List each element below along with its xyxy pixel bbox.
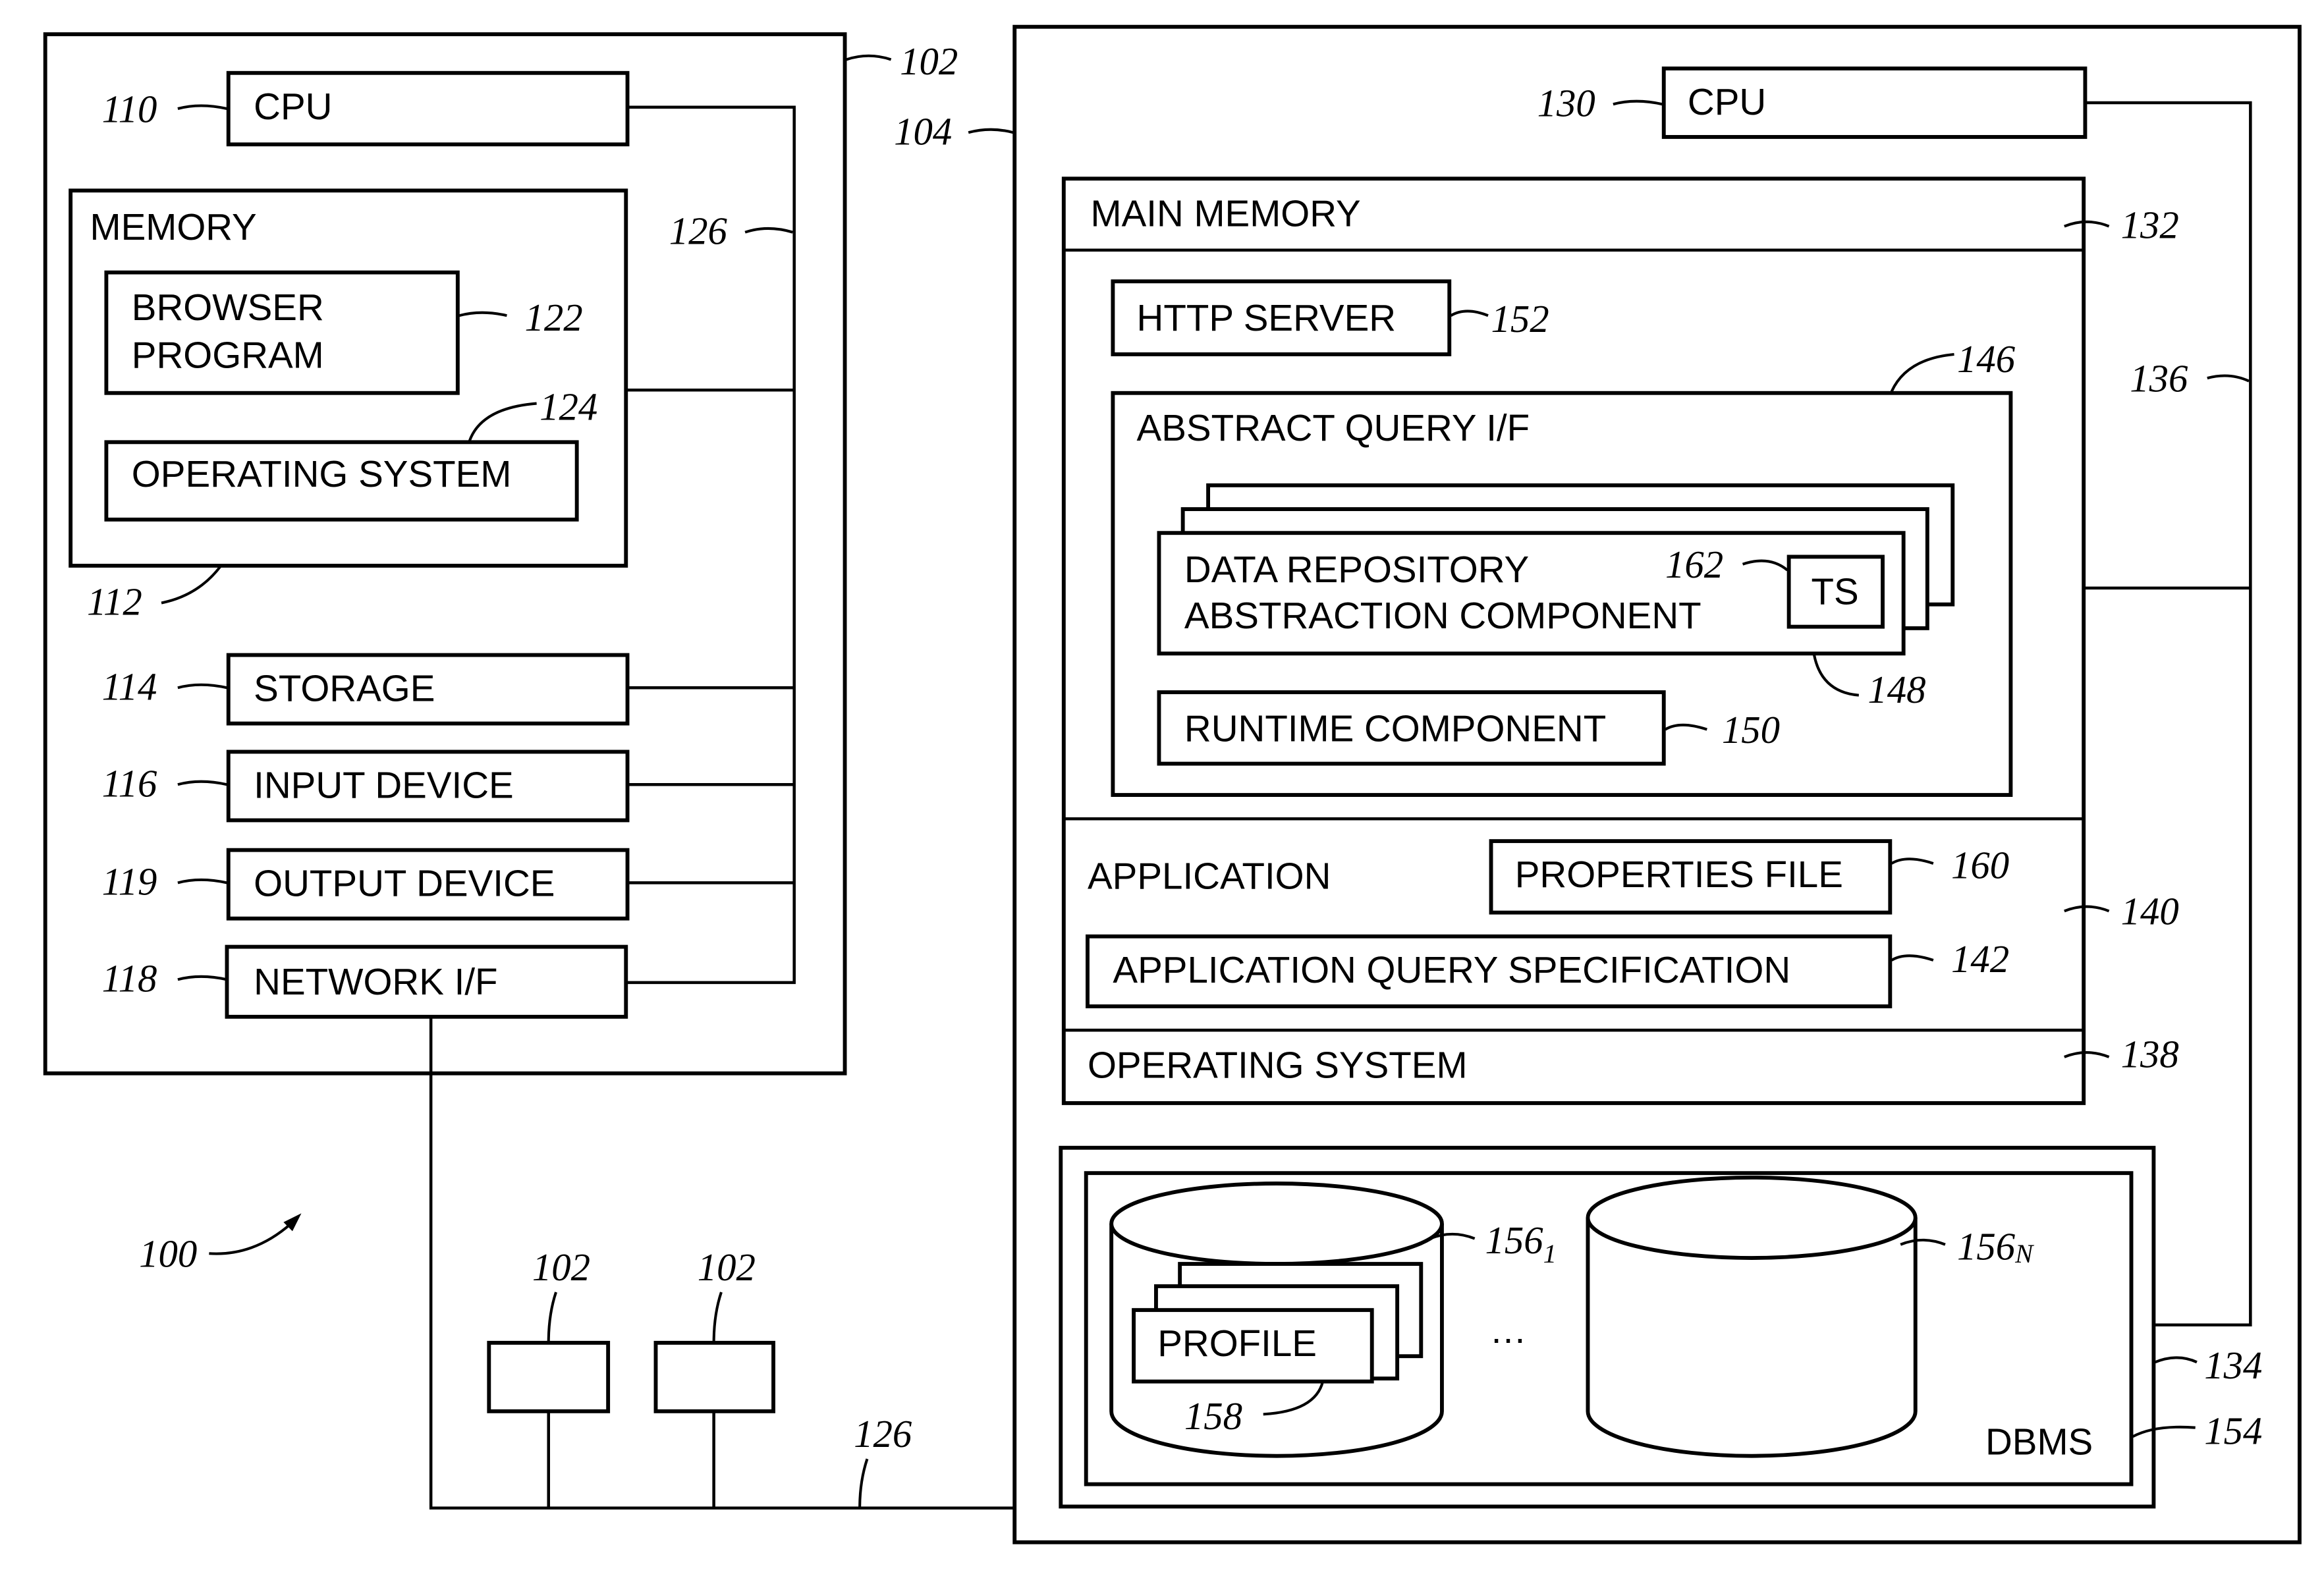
leader-line <box>846 54 892 61</box>
profile-label: PROFILE <box>1157 1322 1317 1364</box>
database-ellipsis: … <box>1489 1309 1527 1351</box>
ref-application: 140 <box>2121 890 2179 933</box>
http-server-label: HTTP SERVER <box>1137 297 1397 339</box>
other-client-box-2 <box>653 1340 775 1413</box>
client-memory-label: MEMORY <box>90 206 257 248</box>
network-interface-label: NETWORK I/F <box>254 961 497 1002</box>
ref-client: 102 <box>900 40 958 83</box>
data-repository-label-1: DATA REPOSITORY <box>1184 549 1529 590</box>
leader-line <box>858 1458 869 1508</box>
leader-line <box>712 1292 723 1343</box>
dbms-label: DBMS <box>1985 1421 2093 1462</box>
ref-properties-file: 160 <box>1951 844 2009 887</box>
server-computer: 104 136 CPU 130 MAIN MEMORY 132 HTTP SER… <box>894 24 2302 1544</box>
ref-client-cpu: 110 <box>102 88 157 130</box>
input-device-label: INPUT DEVICE <box>254 765 514 806</box>
ref-network-interface: 118 <box>102 957 157 1000</box>
database-cylinder-n <box>1586 1176 1918 1458</box>
other-client-box-1 <box>487 1340 611 1413</box>
ref-input-device: 116 <box>102 762 157 805</box>
database-1-top <box>1109 1182 1444 1266</box>
ref-main-memory: 132 <box>2121 204 2179 247</box>
application-query-specification-label: APPLICATION QUERY SPECIFICATION <box>1113 949 1790 991</box>
system-arrow-line <box>209 1222 292 1255</box>
ref-storage: 114 <box>102 665 157 708</box>
output-device-label: OUTPUT DEVICE <box>254 863 555 904</box>
properties-file-label: PROPERTIES FILE <box>1515 854 1843 895</box>
ref-network: 126 <box>854 1413 912 1456</box>
ref-server-bus: 136 <box>2130 357 2188 400</box>
data-repository-label-2: ABSTRACTION COMPONENT <box>1184 595 1702 636</box>
runtime-component-label: RUNTIME COMPONENT <box>1184 708 1606 749</box>
ref-server-os: 138 <box>2121 1033 2179 1076</box>
client-cpu-label: CPU <box>254 86 332 127</box>
ts-label: TS <box>1812 571 1859 612</box>
ref-server-storage: 134 <box>2204 1344 2262 1387</box>
main-memory-label: MAIN MEMORY <box>1091 193 1361 234</box>
application-label: APPLICATION <box>1088 855 1331 896</box>
database-n-top <box>1586 1176 1918 1260</box>
abstract-query-interface-label: ABSTRACT QUERY I/F <box>1137 407 1530 449</box>
network: 102 102 126 100 <box>139 1016 1015 1510</box>
ref-application-query-specification: 142 <box>1951 938 2009 981</box>
leader-line <box>968 128 1014 134</box>
ref-system: 100 <box>139 1233 197 1276</box>
ref-other-client-1: 102 <box>532 1246 590 1289</box>
ref-browser-program: 122 <box>525 296 583 339</box>
ref-client-os: 124 <box>540 385 597 428</box>
browser-program-label-2: PROGRAM <box>132 334 324 375</box>
ref-abstract-query-interface: 146 <box>1957 338 2016 381</box>
system-diagram: 102 126 CPU 110 MEMORY 112 BROWSER PROGR… <box>43 24 2302 1544</box>
server-os-label: OPERATING SYSTEM <box>1088 1045 1468 1086</box>
storage-label: STORAGE <box>254 668 435 709</box>
ref-ts: 162 <box>1665 543 1723 586</box>
client-os-label: OPERATING SYSTEM <box>132 453 512 495</box>
ref-server-cpu: 130 <box>1537 82 1595 124</box>
client-computer: 102 126 CPU 110 MEMORY 112 BROWSER PROGR… <box>43 32 958 1075</box>
ref-http-server: 152 <box>1491 298 1549 340</box>
ref-client-bus: 126 <box>669 210 728 253</box>
ref-data-repository: 148 <box>1868 668 1925 711</box>
leader-line <box>547 1292 557 1343</box>
ref-runtime-component: 150 <box>1722 709 1780 751</box>
server-cpu-label: CPU <box>1688 81 1766 122</box>
ref-server: 104 <box>894 110 952 153</box>
ref-profile: 158 <box>1184 1395 1242 1438</box>
ref-other-client-2: 102 <box>698 1246 756 1289</box>
ref-output-device: 119 <box>102 860 157 903</box>
browser-program-label-1: BROWSER <box>132 286 324 328</box>
ref-client-memory: 112 <box>87 581 142 624</box>
ref-dbms: 154 <box>2204 1410 2262 1453</box>
